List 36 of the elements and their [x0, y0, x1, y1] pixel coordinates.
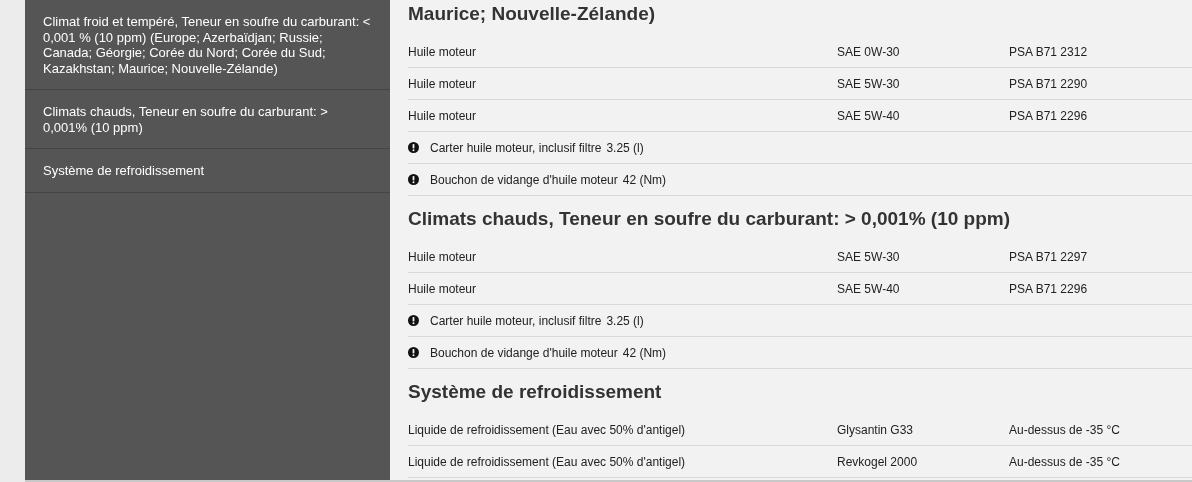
note-label: Bouchon de vidange d'huile moteur — [430, 345, 618, 360]
section-heading: Climats chauds, Teneur en soufre du carburant: > 0,001% (10 ppm) — [408, 207, 1011, 231]
section-heading: Maurice; Nouvelle-Zélande) — [408, 2, 657, 26]
table-cell-text: SAE 0W-30 — [837, 44, 901, 59]
warning-icon — [408, 347, 419, 358]
note-label: Carter huile moteur, inclusif filtre — [430, 313, 602, 328]
table-cell: PSA B71 2297 — [1009, 249, 1088, 264]
table-cell-text: Revkogel 2000 — [837, 454, 919, 469]
note-label: Carter huile moteur, inclusif filtre — [430, 140, 602, 155]
table-cell-text: Huile moteur — [408, 281, 478, 296]
table-cell-text: Liquide de refroidissement (Eau avec 50% d'antigel) — [408, 454, 687, 469]
note-label: Bouchon de vidange d'huile moteur — [430, 172, 618, 187]
note-value: 42 (Nm) — [622, 345, 667, 360]
table-cell-text: Huile moteur — [408, 108, 478, 123]
section-heading: Système de refroidissement — [408, 380, 663, 404]
warning-icon — [408, 315, 419, 326]
table-cell: PSA B71 2296 — [1009, 281, 1088, 296]
table-cell-text: SAE 5W-30 — [837, 76, 901, 91]
table-cell-text: Liquide de refroidissement (Eau avec 50% d'antigel) — [408, 422, 687, 437]
warning-icon — [408, 174, 419, 185]
table-cell: PSA B71 2312 — [1009, 44, 1088, 59]
table-cell: PSA B71 2290 — [1009, 76, 1088, 91]
note-value: 3.25 (l) — [606, 313, 644, 328]
table-cell-text: SAE 5W-40 — [837, 281, 901, 296]
table-cell-text: Huile moteur — [408, 76, 478, 91]
table-cell: PSA B71 2296 — [1009, 108, 1088, 123]
note-value: 42 (Nm) — [622, 172, 667, 187]
note-value: 3.25 (l) — [606, 140, 644, 155]
warning-icon — [408, 142, 419, 153]
table-cell-text: SAE 5W-40 — [837, 108, 901, 123]
table-cell-text: Huile moteur — [408, 44, 478, 59]
table-cell-text: SAE 5W-30 — [837, 249, 901, 264]
table-cell-text: Glysantin G33 — [837, 422, 915, 437]
table-cell: Au-dessus de -35 °C — [1009, 454, 1120, 469]
table-cell-text: Huile moteur — [408, 249, 478, 264]
table-cell: Au-dessus de -35 °C — [1009, 422, 1120, 437]
